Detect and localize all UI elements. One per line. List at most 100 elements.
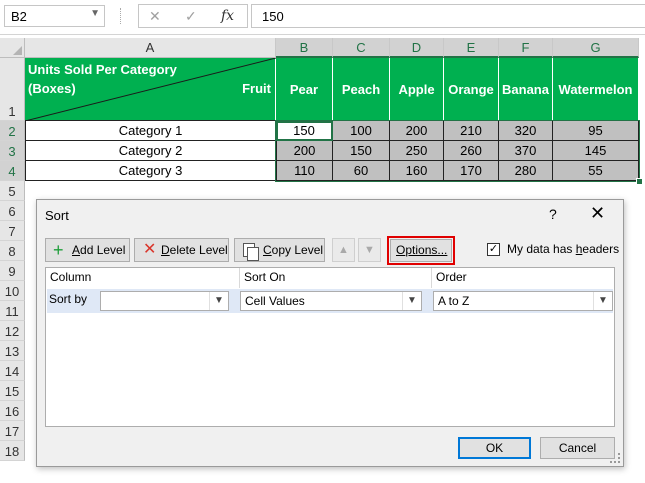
row-header-11[interactable]: 11: [0, 301, 25, 321]
data-cell[interactable]: 250: [390, 141, 444, 161]
header-fruit-label: Fruit: [242, 81, 271, 96]
close-icon[interactable]: ✕: [590, 203, 605, 224]
insert-function-icon[interactable]: fx: [221, 8, 234, 24]
data-cell[interactable]: 150: [333, 141, 390, 161]
fruit-header-pear[interactable]: Pear: [276, 58, 333, 121]
column-select[interactable]: ▼: [100, 291, 229, 311]
copy-icon: [243, 243, 259, 261]
sort-on-header-label: Sort On: [244, 270, 286, 284]
row-header-14[interactable]: 14: [0, 361, 25, 381]
row-header-4[interactable]: 4: [0, 161, 25, 181]
column-header-label: Column: [50, 270, 92, 284]
row-header-2[interactable]: 2: [0, 121, 25, 141]
data-cell-b2[interactable]: 150: [276, 121, 333, 141]
formula-bar-separator: [120, 8, 121, 24]
my-data-has-headers-label[interactable]: My data has headers: [507, 242, 619, 256]
sort-levels-list: Column Sort On Order Sort by ▼ Cell Valu…: [45, 267, 615, 427]
data-cell[interactable]: 60: [333, 161, 390, 181]
category-cell[interactable]: Category 1: [25, 121, 276, 141]
row-header-8[interactable]: 8: [0, 241, 25, 261]
cancel-button[interactable]: Cancel: [540, 437, 615, 459]
row-header-9[interactable]: 9: [0, 261, 25, 281]
column-header-a[interactable]: A: [25, 38, 276, 58]
order-select[interactable]: A to Z ▼: [433, 291, 613, 311]
name-box[interactable]: B2 ▼: [4, 5, 105, 27]
select-all-corner[interactable]: [0, 38, 25, 58]
cancel-icon[interactable]: ✕: [149, 8, 161, 25]
row-header-5[interactable]: 5: [0, 181, 25, 201]
formula-bar: B2 ▼ ✕ ✓ fx 150: [0, 0, 645, 35]
move-up-button[interactable]: ▲: [332, 238, 355, 262]
chevron-down-icon[interactable]: ▼: [209, 292, 228, 310]
fill-handle[interactable]: [636, 178, 643, 185]
sort-by-label: Sort by: [49, 292, 88, 306]
column-header-c[interactable]: C: [333, 38, 390, 58]
row-header-12[interactable]: 12: [0, 321, 25, 341]
sort-on-select[interactable]: Cell Values ▼: [240, 291, 422, 311]
ok-button[interactable]: OK: [458, 437, 531, 459]
header-unit: (Boxes): [28, 81, 76, 96]
data-cell[interactable]: 200: [390, 121, 444, 141]
category-cell[interactable]: Category 2: [25, 141, 276, 161]
row-header-16[interactable]: 16: [0, 401, 25, 421]
header-cell-a1[interactable]: Units Sold Per Category (Boxes) Fruit: [25, 58, 276, 121]
row-header-6[interactable]: 6: [0, 201, 25, 221]
fruit-header-orange[interactable]: Orange: [444, 58, 499, 121]
data-cell[interactable]: 320: [499, 121, 553, 141]
row-header-7[interactable]: 7: [0, 221, 25, 241]
fruit-header-banana[interactable]: Banana: [499, 58, 553, 121]
arrow-down-icon: ▼: [364, 244, 375, 256]
order-header-label: Order: [436, 270, 467, 284]
delete-x-icon: ✕: [143, 241, 157, 258]
chevron-down-icon[interactable]: ▼: [402, 292, 421, 310]
row-header-1[interactable]: 1: [0, 58, 25, 121]
data-cell[interactable]: 145: [553, 141, 639, 161]
category-cell[interactable]: Category 3: [25, 161, 276, 181]
row-header-17[interactable]: 17: [0, 421, 25, 441]
column-header-f[interactable]: F: [499, 38, 553, 58]
column-header-b[interactable]: B: [276, 38, 333, 58]
delete-level-button[interactable]: ✕ Delete Level: [134, 238, 229, 262]
sort-dialog: Sort ? ✕ + Add Level ✕ Delete Level Copy…: [36, 199, 624, 467]
data-cell[interactable]: 280: [499, 161, 553, 181]
row-header-15[interactable]: 15: [0, 381, 25, 401]
enter-icon[interactable]: ✓: [185, 8, 197, 25]
resize-grip[interactable]: [610, 453, 620, 463]
name-box-value: B2: [11, 9, 27, 24]
fruit-header-peach[interactable]: Peach: [333, 58, 390, 121]
sort-level-row[interactable]: Sort by ▼ Cell Values ▼ A to Z ▼: [47, 289, 613, 313]
data-cell[interactable]: 100: [333, 121, 390, 141]
data-cell[interactable]: 170: [444, 161, 499, 181]
help-icon[interactable]: ?: [549, 206, 557, 222]
arrow-up-icon: ▲: [338, 244, 349, 256]
data-cell[interactable]: 110: [276, 161, 333, 181]
formula-input[interactable]: 150: [251, 4, 645, 28]
data-cell[interactable]: 200: [276, 141, 333, 161]
row-header-18[interactable]: 18: [0, 441, 25, 461]
fruit-header-apple[interactable]: Apple: [390, 58, 444, 121]
data-cell[interactable]: 160: [390, 161, 444, 181]
column-header-d[interactable]: D: [390, 38, 444, 58]
data-cell[interactable]: 95: [553, 121, 639, 141]
fruit-header-watermelon[interactable]: Watermelon: [553, 58, 639, 121]
formula-value: 150: [262, 9, 284, 24]
formula-buttons: ✕ ✓ fx: [138, 4, 248, 28]
data-cell[interactable]: 55: [553, 161, 639, 181]
options-highlight-box: [387, 236, 455, 265]
row-header-10[interactable]: 10: [0, 281, 25, 301]
add-level-button[interactable]: + Add Level: [45, 238, 130, 262]
data-cell[interactable]: 260: [444, 141, 499, 161]
chevron-down-icon[interactable]: ▼: [593, 292, 612, 310]
data-cell[interactable]: 370: [499, 141, 553, 161]
data-cell[interactable]: 210: [444, 121, 499, 141]
row-header-3[interactable]: 3: [0, 141, 25, 161]
copy-level-button[interactable]: Copy Level: [234, 238, 325, 262]
column-header-e[interactable]: E: [444, 38, 499, 58]
my-data-has-headers-checkbox[interactable]: ✓: [487, 243, 500, 256]
dialog-title: Sort: [45, 208, 69, 223]
column-header-g[interactable]: G: [553, 38, 639, 58]
move-down-button[interactable]: ▼: [358, 238, 381, 262]
header-title: Units Sold Per Category: [28, 62, 177, 77]
row-header-13[interactable]: 13: [0, 341, 25, 361]
chevron-down-icon[interactable]: ▼: [90, 8, 100, 19]
